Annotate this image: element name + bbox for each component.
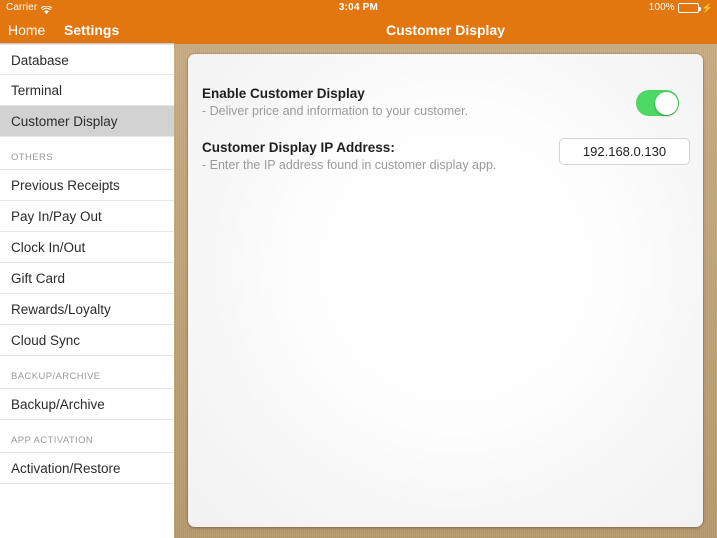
setting-row-customer-display-ip: Customer Display IP Address: - Enter the… xyxy=(188,138,703,186)
battery-percent-label: 100% xyxy=(648,2,675,13)
lightning-bolt-icon: ⚡ xyxy=(701,2,713,13)
sidebar-section-others: OTHERS xyxy=(0,137,174,170)
nav-home-button[interactable]: Home xyxy=(8,16,45,44)
status-bar-right: 100% ⚡ xyxy=(649,0,713,16)
setting-row-text-group: Customer Display IP Address: - Enter the… xyxy=(202,140,496,172)
sidebar-section-app-activation: APP ACTIVATION xyxy=(0,420,174,453)
sidebar-item-clock-in-out[interactable]: Clock In/Out xyxy=(0,232,174,263)
page-title: Customer Display xyxy=(385,22,506,38)
settings-sidebar[interactable]: Database Terminal Customer Display OTHER… xyxy=(0,44,174,538)
app-root: Carrier 3:04 PM 100% ⚡ Home Settings Cus… xyxy=(0,0,717,538)
detail-pane: Enable Customer Display - Deliver price … xyxy=(174,44,717,538)
sidebar-bottom-filler xyxy=(0,484,174,496)
navigation-bar: Home Settings Customer Display xyxy=(0,16,717,44)
nav-settings-button[interactable]: Settings xyxy=(64,16,119,44)
status-bar-clock: 3:04 PM xyxy=(338,2,379,13)
sidebar-item-backup-archive[interactable]: Backup/Archive xyxy=(0,389,174,420)
sidebar-item-previous-receipts[interactable]: Previous Receipts xyxy=(0,170,174,201)
sidebar-item-gift-card[interactable]: Gift Card xyxy=(0,263,174,294)
sidebar-section-backup-archive: BACKUP/ARCHIVE xyxy=(0,356,174,389)
status-bar: Carrier 3:04 PM 100% ⚡ xyxy=(0,0,717,16)
setting-row-text-group: Enable Customer Display - Deliver price … xyxy=(202,86,468,118)
customer-display-ip-label: Customer Display IP Address: xyxy=(202,140,395,155)
sidebar-item-rewards-loyalty[interactable]: Rewards/Loyalty xyxy=(0,294,174,325)
enable-customer-display-description: - Deliver price and information to your … xyxy=(202,104,469,118)
sidebar-item-terminal[interactable]: Terminal xyxy=(0,75,174,106)
toggle-knob xyxy=(654,91,678,115)
battery-icon xyxy=(677,3,701,13)
customer-display-ip-input[interactable] xyxy=(559,138,690,165)
sidebar-item-activation-restore[interactable]: Activation/Restore xyxy=(0,453,174,484)
settings-card: Enable Customer Display - Deliver price … xyxy=(188,54,703,527)
setting-row-enable-customer-display: Enable Customer Display - Deliver price … xyxy=(188,86,703,132)
enable-customer-display-label: Enable Customer Display xyxy=(202,86,365,101)
sidebar-item-pay-in-pay-out[interactable]: Pay In/Pay Out xyxy=(0,201,174,232)
sidebar-item-customer-display[interactable]: Customer Display xyxy=(0,106,174,137)
sidebar-item-database[interactable]: Database xyxy=(0,44,174,75)
enable-customer-display-toggle[interactable] xyxy=(636,90,679,116)
sidebar-item-cloud-sync[interactable]: Cloud Sync xyxy=(0,325,174,356)
customer-display-ip-description: - Enter the IP address found in customer… xyxy=(202,158,497,172)
